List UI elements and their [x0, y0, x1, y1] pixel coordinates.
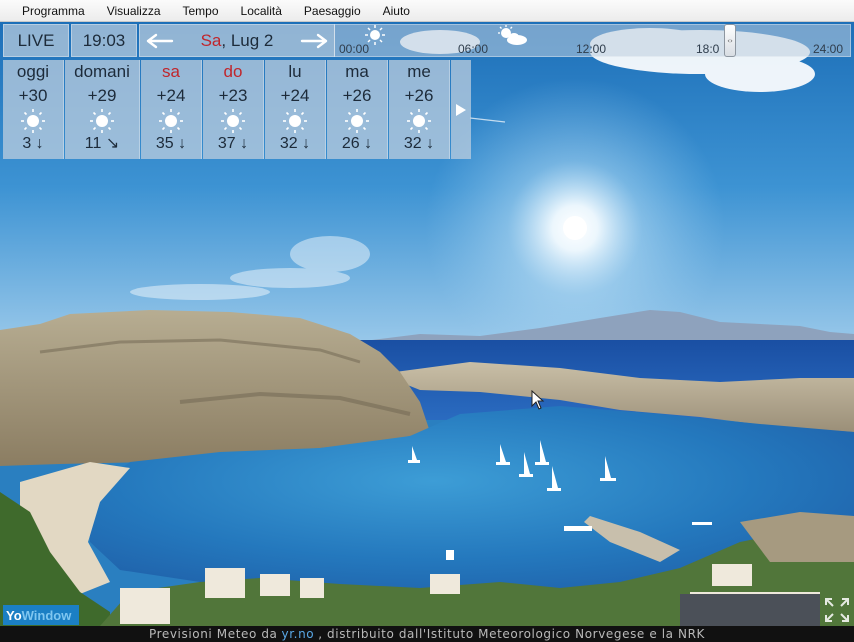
day-wind: 3 ↓	[22, 134, 43, 154]
timeline-label-1800: 18:0	[696, 42, 720, 56]
forecast-day-lu[interactable]: lu +24 32 ↓	[265, 60, 326, 159]
logo-text-yo: Yo	[6, 607, 22, 623]
sun-icon	[89, 108, 115, 134]
footer-text-after: , distribuito dall'Istituto Meteorologic…	[318, 627, 706, 641]
previous-day-arrow-icon[interactable]	[146, 29, 174, 53]
wind-speed: 35	[155, 135, 174, 152]
wind-speed: 3	[22, 135, 32, 152]
menu-visualizza[interactable]: Visualizza	[96, 0, 172, 22]
footer-link-yrno[interactable]: yr.no	[282, 627, 315, 641]
wind-speed: 32	[403, 135, 422, 152]
sun-icon	[406, 108, 432, 134]
timeline-label-0600: 06:00	[458, 42, 489, 56]
date-label: Sa, Lug 2	[201, 31, 274, 51]
partly-cloudy-icon	[495, 25, 529, 51]
menu-paesaggio[interactable]: Paesaggio	[293, 0, 372, 22]
wind-direction-arrow-icon: ↓	[364, 135, 373, 152]
day-wind: 35 ↓	[156, 134, 186, 154]
timeline-label-1200: 12:00	[576, 42, 607, 56]
day-name: oggi	[16, 62, 50, 81]
footer-text-before: Previsioni Meteo da	[148, 627, 278, 641]
wind-speed: 37	[217, 135, 236, 152]
next-day-arrow-icon[interactable]	[300, 29, 328, 53]
forecast-day-me[interactable]: me +26 32 ↓	[389, 60, 450, 159]
sun-icon	[20, 108, 46, 134]
date-navigator: Sa, Lug 2	[139, 24, 335, 57]
wind-direction-arrow-icon: ↓	[426, 135, 435, 152]
forecast-day-tomorrow[interactable]: domani +29 11 ↘	[65, 60, 140, 159]
day-name: lu	[288, 62, 302, 81]
day-wind: 32 ↓	[404, 134, 434, 154]
forecast-day-ma[interactable]: ma +26 26 ↓	[327, 60, 388, 159]
day-temperature: +26	[342, 86, 372, 105]
timeline-handle[interactable]: ‹›	[724, 24, 736, 57]
sun-icon	[282, 108, 308, 134]
day-temperature: +23	[218, 86, 248, 105]
timeline-label-0000: 00:00	[339, 42, 370, 56]
current-time: 19:03	[71, 24, 137, 57]
play-arrow-icon	[456, 103, 466, 116]
menu-localita[interactable]: Località	[230, 0, 293, 22]
sun-icon	[220, 108, 246, 134]
menu-aiuto[interactable]: Aiuto	[372, 0, 421, 22]
wind-direction-arrow-icon: ↓	[302, 135, 311, 152]
day-name: sa	[162, 62, 180, 81]
live-button[interactable]: LIVE	[3, 24, 69, 57]
mouse-cursor-icon	[531, 389, 545, 414]
wind-direction-arrow-icon: ↓	[178, 135, 187, 152]
wind-speed: 11	[84, 135, 102, 152]
footer-attribution: Previsioni Meteo da yr.no , distribuito …	[0, 626, 854, 642]
wind-direction-arrow-icon: ↓	[35, 135, 44, 152]
menu-programma[interactable]: Programma	[0, 0, 96, 22]
forecast-day-today[interactable]: oggi +30 3 ↓	[3, 60, 64, 159]
day-temperature: +24	[280, 86, 310, 105]
forecast-day-sa[interactable]: sa +24 35 ↓	[141, 60, 202, 159]
fullscreen-icon[interactable]	[823, 596, 851, 624]
wind-direction-arrow-icon: ↓	[240, 135, 249, 152]
day-wind: 26 ↓	[342, 134, 372, 154]
day-temperature: +24	[156, 86, 186, 105]
sun-icon	[344, 108, 370, 134]
menu-tempo[interactable]: Tempo	[172, 0, 230, 22]
day-name: domani	[74, 62, 130, 81]
forecast-more-button[interactable]	[451, 60, 471, 159]
yowindow-logo[interactable]: Yo Window	[3, 605, 79, 625]
day-name: do	[223, 62, 243, 81]
day-wind: 32 ↓	[280, 134, 310, 154]
day-name: ma	[345, 62, 369, 81]
wind-direction-arrow-icon: ↘	[105, 135, 120, 152]
day-wind: 37 ↓	[218, 134, 248, 154]
date-weekday: Sa	[200, 30, 222, 50]
logo-text-window: Window	[21, 607, 72, 623]
day-temperature: +29	[87, 86, 117, 105]
forecast-day-do[interactable]: do +23 37 ↓	[203, 60, 264, 159]
day-temperature: +26	[404, 86, 434, 105]
top-bar: LIVE 19:03 Sa, Lug 2	[3, 24, 335, 57]
menu-bar: Programma Visualizza Tempo Località Paes…	[0, 0, 854, 22]
sun-icon	[158, 108, 184, 134]
forecast-panel: oggi +30 3 ↓ domani +29 11 ↘ sa +24 35 ↓…	[3, 60, 471, 159]
day-wind: 11 ↘	[85, 134, 119, 154]
wind-speed: 26	[341, 135, 360, 152]
day-timeline-slider[interactable]: 00:00 06:00 12:00 18:0 24:00 ‹›	[334, 24, 851, 57]
timeline-label-2400: 24:00	[813, 42, 844, 56]
wind-speed: 32	[279, 135, 298, 152]
date-month-day: , Lug 2	[221, 30, 274, 50]
day-name: me	[407, 62, 431, 81]
day-temperature: +30	[18, 86, 48, 105]
